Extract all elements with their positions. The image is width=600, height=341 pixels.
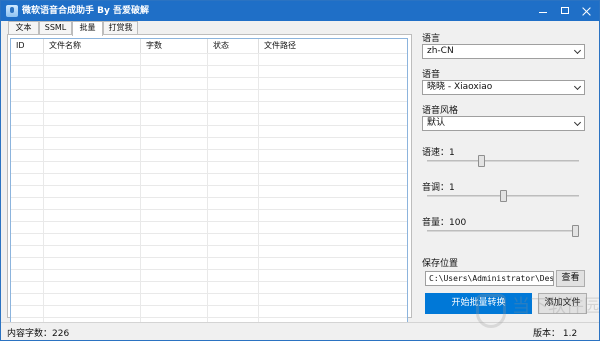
title-bar: 微软语音合成助手 By 吾爱破解	[1, 1, 599, 21]
chevron-down-icon	[573, 46, 582, 55]
style-select[interactable]: 默认	[422, 116, 585, 131]
table-body	[11, 53, 407, 335]
word-count-status: 内容字数：226	[7, 329, 70, 339]
window-title: 微软语音合成助手 By 吾爱破解	[22, 6, 149, 16]
language-value: zh-CN	[427, 46, 454, 56]
language-label: 语言	[422, 34, 441, 44]
tab-donate[interactable]: 打赏我	[103, 21, 138, 35]
tab-batch[interactable]: 批量	[72, 21, 103, 36]
column-status[interactable]: 状态	[208, 39, 259, 53]
start-batch-button[interactable]: 开始批量转换	[425, 293, 532, 314]
voice-label: 语音	[422, 70, 441, 80]
version-status: 版本： 1.2	[533, 329, 578, 339]
batch-panel: ID 文件名称 字数 状态 文件路径	[7, 34, 412, 336]
style-label: 语音风格	[422, 106, 459, 116]
slider-thumb[interactable]	[478, 155, 485, 167]
pitch-slider[interactable]	[427, 190, 579, 202]
maximize-icon	[561, 7, 569, 14]
column-word-count[interactable]: 字数	[141, 39, 208, 53]
tab-text[interactable]: 文本	[8, 21, 39, 35]
style-value: 默认	[427, 118, 446, 128]
file-table[interactable]: ID 文件名称 字数 状态 文件路径	[10, 38, 408, 336]
voice-value: 晓晓 - Xiaoxiao	[427, 82, 493, 92]
column-id[interactable]: ID	[11, 39, 44, 53]
volume-slider[interactable]	[427, 225, 579, 237]
app-icon	[6, 5, 18, 17]
status-bar: 内容字数：226 版本： 1.2	[1, 322, 599, 340]
rate-slider[interactable]	[427, 155, 579, 167]
language-select[interactable]: zh-CN	[422, 44, 585, 59]
table-header: ID 文件名称 字数 状态 文件路径	[11, 39, 407, 53]
add-files-button[interactable]: 添加文件	[538, 293, 587, 314]
tab-ssml[interactable]: SSML	[39, 21, 72, 35]
voice-select[interactable]: 晓晓 - Xiaoxiao	[422, 80, 585, 95]
chevron-down-icon	[573, 82, 582, 91]
chevron-down-icon	[573, 118, 582, 127]
close-button[interactable]	[573, 1, 599, 21]
slider-thumb[interactable]	[572, 225, 579, 237]
save-location-label: 保存位置	[422, 259, 459, 269]
column-file-path[interactable]: 文件路径	[259, 39, 407, 53]
column-file-name[interactable]: 文件名称	[44, 39, 141, 53]
app-window: 微软语音合成助手 By 吾爱破解 文本 SSML 批量 打赏我 ID 文件名称 …	[0, 0, 600, 341]
view-folder-button[interactable]: 查看	[556, 270, 585, 287]
minimize-icon	[539, 12, 547, 13]
slider-thumb[interactable]	[500, 190, 507, 202]
save-path-input[interactable]: C:\Users\Administrator\Deskt...	[425, 271, 554, 286]
